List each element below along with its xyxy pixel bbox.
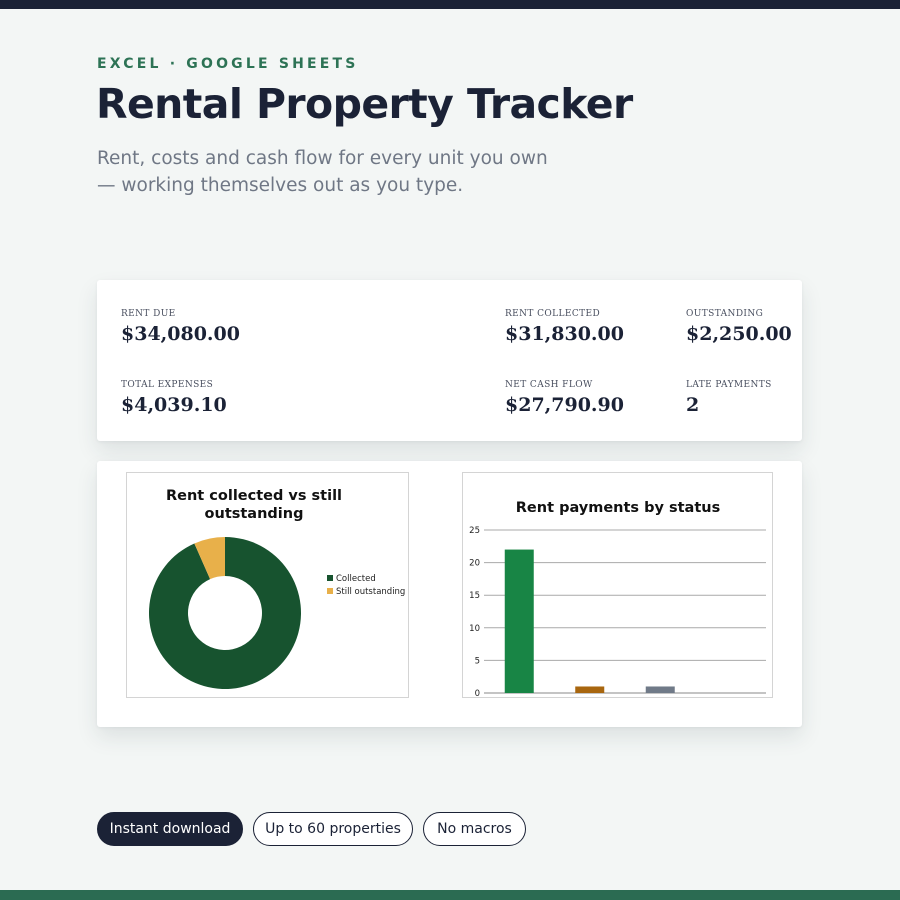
y-tick-label: 0 — [475, 689, 480, 697]
donut-chart-title: Rent collected vs still outstanding — [166, 488, 342, 522]
y-tick-label: 5 — [475, 656, 480, 666]
kpi-value: $34,080.00 — [121, 323, 240, 345]
kpi-value: $2,250.00 — [686, 323, 792, 345]
legend-swatch — [327, 588, 333, 594]
bar-due — [645, 686, 675, 693]
legend-swatch — [327, 575, 333, 581]
kpi-value: $4,039.10 — [121, 394, 227, 416]
kpi-label: RENT COLLECTED — [505, 309, 601, 319]
kpi-value: $31,830.00 — [505, 323, 624, 345]
bar-chart-title: Rent payments by status — [516, 500, 720, 516]
legend-label: Still outstanding — [336, 587, 405, 597]
kpi-label: LATE PAYMENTS — [686, 380, 772, 390]
title-line: outstanding — [205, 506, 304, 522]
kpi-net-cash-flow: NET CASH FLOW $27,790.90 — [505, 380, 624, 416]
kpi-label: OUTSTANDING — [686, 309, 764, 319]
page-subtitle: Rent, costs and cash flow for every unit… — [97, 148, 548, 196]
donut-chart: Rent collected vs still outstanding Collec… — [149, 488, 405, 689]
top-accent-bar — [0, 0, 900, 9]
page-title: Rental Property Tracker — [96, 80, 633, 128]
kpi-outstanding: OUTSTANDING $2,250.00 — [686, 309, 792, 345]
bar-chart-frame: Rent payments by status0510152025PaidPar… — [462, 472, 773, 698]
kpi-value: $27,790.90 — [505, 394, 624, 416]
legend-label: Collected — [336, 574, 376, 584]
instant-download-button[interactable]: Instant download — [97, 812, 243, 846]
kpi-label: RENT DUE — [121, 309, 176, 319]
kpi-rent-due: RENT DUE $34,080.00 — [121, 309, 240, 345]
title-line: Rent collected vs still — [166, 488, 342, 504]
bar-chart: Rent payments by status0510152025PaidPar… — [469, 500, 766, 697]
charts-card: Rent collected vs still outstanding Collec… — [97, 461, 802, 727]
kpi-label: NET CASH FLOW — [505, 380, 593, 390]
bar-partial — [575, 686, 605, 693]
bar-paid — [504, 549, 534, 693]
kpi-label: TOTAL EXPENSES — [121, 380, 214, 390]
y-tick-label: 15 — [469, 591, 480, 601]
kpi-value: 2 — [686, 394, 700, 416]
platform-eyebrow: EXCEL · GOOGLE SHEETS — [97, 56, 359, 72]
kpi-total-expenses: TOTAL EXPENSES $4,039.10 — [121, 380, 227, 416]
kpi-late-payments: LATE PAYMENTS 2 — [686, 380, 772, 416]
y-tick-label: 25 — [469, 526, 480, 536]
y-tick-label: 10 — [469, 624, 480, 634]
y-tick-label: 20 — [469, 559, 480, 569]
no-macros-badge: No macros — [423, 812, 526, 846]
donut-chart-frame: Rent collected vs still outstanding Collec… — [126, 472, 409, 698]
properties-badge: Up to 60 properties — [253, 812, 413, 846]
kpi-rent-collected: RENT COLLECTED $31,830.00 — [505, 309, 624, 345]
kpi-summary-card: RENT DUE $34,080.00 RENT COLLECTED $31,8… — [97, 280, 802, 441]
bottom-accent-bar — [0, 890, 900, 900]
